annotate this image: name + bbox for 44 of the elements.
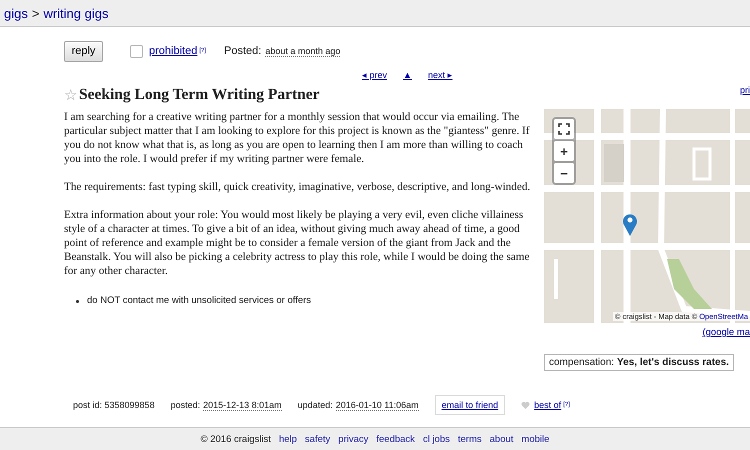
prev-link[interactable]: ◂ prev	[362, 70, 388, 80]
posted-label: Posted:	[224, 45, 262, 57]
up-link[interactable]: ▲	[403, 70, 412, 80]
posted-label: posted:	[170, 400, 200, 410]
fullscreen-icon	[558, 123, 570, 135]
footer-link[interactable]: about	[490, 434, 514, 444]
breadcrumb-link[interactable]: gigs	[4, 6, 28, 20]
google-map-link[interactable]: (google ma	[702, 327, 750, 338]
prohibited-link[interactable]: prohibited	[149, 45, 198, 57]
breadcrumb-separator: >	[32, 6, 40, 20]
compensation-value: Yes, let's discuss rates.	[617, 357, 729, 368]
notice-text: do NOT contact me with unsolicited services or offers	[87, 294, 312, 308]
reply-button[interactable]: reply	[64, 40, 103, 62]
help-link[interactable]: [?]	[563, 402, 570, 408]
body-paragraph: The requirements: fast typing skill, quick creativity, imaginative, verbose, descriptive, and long-winded.	[64, 180, 532, 194]
fullscreen-button[interactable]	[554, 119, 574, 139]
body-paragraph: Extra information about your role: You would most likely be playing a very evil, even cliche villainess style of a character at times. To give a bit of an idea, without giving much away ahead of time, a good point of reference and example might be to consider a female version of the giant from Jack and the Beanstalk. You will also be picking a celebrity actress to play this role, while I would be doing the same for any other character.	[64, 208, 530, 278]
post-title: Seeking Long Term Writing Partner	[79, 86, 320, 104]
side-link[interactable]: pri	[740, 85, 750, 95]
posted-date: about a month ago	[265, 46, 340, 56]
zoom-out-button[interactable]: −	[554, 163, 574, 183]
bullet-icon	[76, 300, 79, 302]
footer-link[interactable]: feedback	[376, 434, 415, 444]
zoom-in-button[interactable]: +	[554, 141, 574, 161]
footer-link[interactable]: privacy	[338, 434, 368, 444]
footer-link[interactable]: safety	[304, 434, 330, 444]
footer-link[interactable]: terms	[458, 434, 482, 444]
footer-link[interactable]: help	[278, 434, 297, 444]
updated-date: 2016-01-10 11:06am	[336, 400, 419, 410]
footer-link[interactable]: mobile	[521, 434, 550, 444]
compensation-label: compensation:	[549, 357, 614, 368]
breadcrumb-link[interactable]: writing gigs	[43, 6, 108, 20]
updated-label: updated:	[298, 400, 333, 410]
body-paragraph: I am searching for a creative writing partner for a monthly session that would occur via emailing. The particular subject matter that I am looking to explore for this project is known as the "giantess" genre. If you do not know what that is, as long as you are open to learning then I am more than willing to coach you into the role. I would prefer if my writing partner were female.	[64, 110, 531, 166]
next-link[interactable]: next ▸	[428, 70, 452, 80]
email-to-friend-link[interactable]: email to friend	[434, 395, 506, 415]
posted-date: 2015-12-13 8:01am	[203, 400, 282, 410]
copyright: © 2016 craigslist	[200, 434, 271, 444]
footer-link[interactable]: cl jobs	[422, 434, 450, 444]
post-id: post id: 5358099858	[73, 400, 155, 410]
flag-checkbox[interactable]	[130, 44, 143, 58]
map-pin-icon[interactable]	[622, 212, 638, 236]
best-of-link[interactable]: best of	[534, 400, 562, 410]
help-link[interactable]: [?]	[199, 48, 206, 54]
